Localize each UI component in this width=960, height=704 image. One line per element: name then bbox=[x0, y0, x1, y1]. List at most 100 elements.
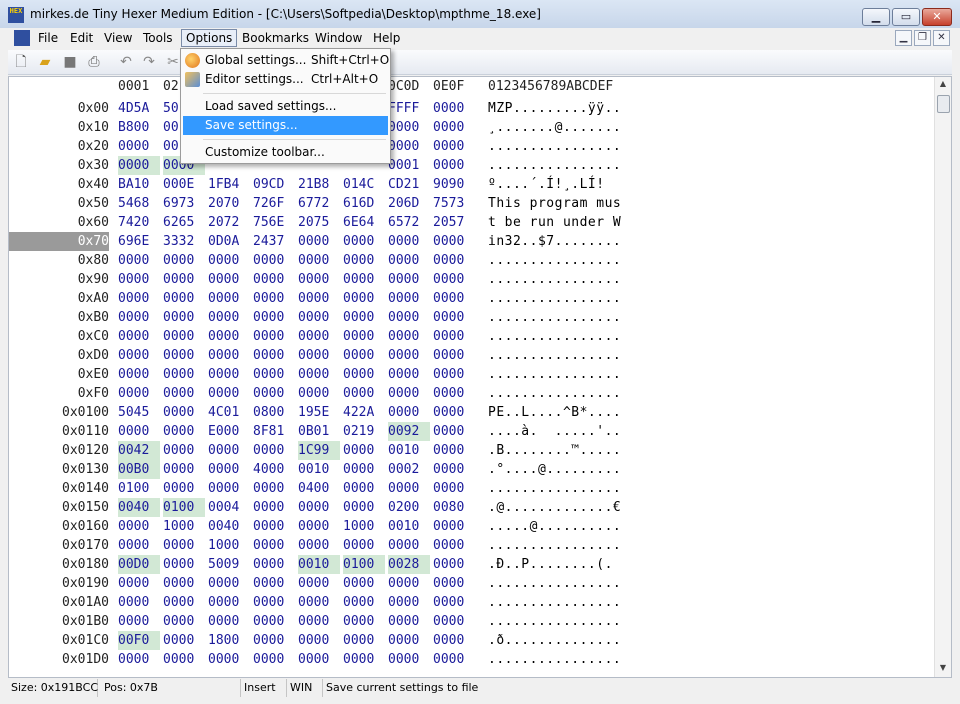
hex-cell[interactable]: 4D5A bbox=[118, 99, 160, 118]
hex-cell[interactable]: 0000 bbox=[163, 460, 205, 479]
hex-cell[interactable]: 0000 bbox=[388, 308, 430, 327]
ascii-cell[interactable]: .@.............€ bbox=[488, 498, 621, 517]
hex-cell[interactable]: 0000 bbox=[253, 289, 295, 308]
hex-cell[interactable]: 0000 bbox=[388, 118, 430, 137]
hex-cell[interactable]: 0000 bbox=[343, 479, 385, 498]
hex-cell[interactable]: 0000 bbox=[163, 536, 205, 555]
hex-cell[interactable]: 0000 bbox=[433, 403, 475, 422]
ascii-cell[interactable]: ................ bbox=[488, 308, 621, 327]
hex-cell[interactable]: 0000 bbox=[388, 365, 430, 384]
hex-cell[interactable]: 00D0 bbox=[118, 555, 160, 574]
hex-cell[interactable]: 756E bbox=[253, 213, 295, 232]
ascii-cell[interactable]: This program mus bbox=[488, 194, 621, 213]
hex-cell[interactable]: 0000 bbox=[163, 422, 205, 441]
hex-cell[interactable]: 0000 bbox=[253, 346, 295, 365]
hex-cell[interactable]: 2437 bbox=[253, 232, 295, 251]
hex-row[interactable]: 0x80 0000 0000 0000 0000 0000 0000 0000 0000....… bbox=[9, 251, 929, 270]
mdi-restore-button[interactable]: ❐ bbox=[914, 30, 931, 46]
hex-cell[interactable]: 0000 bbox=[433, 517, 475, 536]
hex-cell[interactable]: 0000 bbox=[433, 422, 475, 441]
ascii-cell[interactable]: ................ bbox=[488, 612, 621, 631]
hex-cell[interactable]: 0000 bbox=[433, 346, 475, 365]
hex-cell[interactable]: 0000 bbox=[118, 517, 160, 536]
hex-cell[interactable]: 0000 bbox=[208, 650, 250, 669]
hex-cell[interactable]: 0000 bbox=[433, 137, 475, 156]
ascii-cell[interactable]: º....´.Í!¸.LÍ! bbox=[488, 175, 605, 194]
ascii-cell[interactable]: ................ bbox=[488, 536, 621, 555]
hex-cell[interactable]: 696E bbox=[118, 232, 160, 251]
hex-cell[interactable]: 0000 bbox=[343, 574, 385, 593]
vertical-scrollbar[interactable]: ▲ ▼ bbox=[934, 77, 951, 677]
hex-cell[interactable]: 1000 bbox=[163, 517, 205, 536]
scroll-up-icon[interactable]: ▲ bbox=[935, 77, 951, 91]
hex-cell[interactable]: 0000 bbox=[253, 441, 295, 460]
hex-cell[interactable]: 0000 bbox=[118, 612, 160, 631]
hex-cell[interactable]: 7573 bbox=[433, 194, 475, 213]
ascii-cell[interactable]: ................ bbox=[488, 650, 621, 669]
hex-cell[interactable]: 0010 bbox=[388, 517, 430, 536]
document-icon[interactable] bbox=[14, 30, 30, 46]
hex-cell[interactable]: 0000 bbox=[208, 365, 250, 384]
hex-cell[interactable]: 0000 bbox=[163, 479, 205, 498]
hex-cell[interactable]: 0000 bbox=[433, 118, 475, 137]
ascii-cell[interactable]: ¸.......@....... bbox=[488, 118, 621, 137]
hex-cell[interactable]: 0000 bbox=[253, 479, 295, 498]
hex-cell[interactable]: 0000 bbox=[298, 327, 340, 346]
hex-cell[interactable]: 6572 bbox=[388, 213, 430, 232]
hex-cell[interactable]: 5045 bbox=[118, 403, 160, 422]
hex-cell[interactable]: 422A bbox=[343, 403, 385, 422]
hex-cell[interactable]: 0000 bbox=[118, 289, 160, 308]
hex-cell[interactable]: 0000 bbox=[163, 289, 205, 308]
menu-file[interactable]: File bbox=[34, 29, 62, 47]
hex-row[interactable]: 0xA0 0000 0000 0000 0000 0000 0000 0000 0000....… bbox=[9, 289, 929, 308]
hex-cell[interactable]: 0000 bbox=[163, 593, 205, 612]
hex-cell[interactable]: 0000 bbox=[253, 631, 295, 650]
hex-cell[interactable]: 0000 bbox=[253, 308, 295, 327]
hex-cell[interactable]: 0000 bbox=[433, 612, 475, 631]
hex-cell[interactable]: CD21 bbox=[388, 175, 430, 194]
hex-cell[interactable]: 0000 bbox=[163, 346, 205, 365]
hex-cell[interactable]: 0000 bbox=[388, 270, 430, 289]
ascii-cell[interactable]: ................ bbox=[488, 327, 621, 346]
hex-cell[interactable]: 0000 bbox=[433, 99, 475, 118]
hex-cell[interactable]: 0000 bbox=[433, 232, 475, 251]
hex-cell[interactable]: 000E bbox=[163, 175, 205, 194]
hex-row[interactable]: 0xB0 0000 0000 0000 0000 0000 0000 0000 0000....… bbox=[9, 308, 929, 327]
ascii-cell[interactable]: ................ bbox=[488, 270, 621, 289]
hex-cell[interactable]: 0100 bbox=[343, 555, 385, 574]
ascii-cell[interactable]: in32..$7........ bbox=[488, 232, 621, 251]
hex-cell[interactable]: 0000 bbox=[433, 631, 475, 650]
hex-cell[interactable]: 0000 bbox=[208, 612, 250, 631]
hex-cell[interactable]: 0040 bbox=[118, 498, 160, 517]
hex-cell[interactable]: 0000 bbox=[298, 612, 340, 631]
hex-cell[interactable]: 0000 bbox=[253, 555, 295, 574]
hex-row[interactable]: 0x50 5468 6973 2070 726F 6772 616D 206D 7573 This… bbox=[9, 194, 929, 213]
hex-cell[interactable]: 0000 bbox=[388, 479, 430, 498]
hex-cell[interactable]: 616D bbox=[343, 194, 385, 213]
hex-cell[interactable]: 0000 bbox=[343, 384, 385, 403]
hex-cell[interactable]: 0000 bbox=[163, 270, 205, 289]
hex-cell[interactable]: 0000 bbox=[388, 650, 430, 669]
menu-help[interactable]: Help bbox=[369, 29, 404, 47]
close-button[interactable]: ✕ bbox=[922, 8, 952, 26]
hex-cell[interactable]: 0000 bbox=[118, 593, 160, 612]
hex-cell[interactable]: 0000 bbox=[388, 384, 430, 403]
hex-cell[interactable]: 0000 bbox=[433, 536, 475, 555]
hex-row[interactable]: 0x01C0 00F0 0000 1800 0000 0000 0000 0000 0000 .ð… bbox=[9, 631, 929, 650]
hex-cell[interactable]: 0000 bbox=[343, 441, 385, 460]
hex-cell[interactable]: 0002 bbox=[388, 460, 430, 479]
hex-row[interactable]: 0x0110 0000 0000 E000 8F81 0B01 0219 0092 0000..… bbox=[9, 422, 929, 441]
hex-row[interactable]: 0x0120 0042 0000 0000 0000 1C99 0000 0010 0000 .B… bbox=[9, 441, 929, 460]
hex-cell[interactable]: 0000 bbox=[433, 460, 475, 479]
hex-cell[interactable]: 0000 bbox=[433, 479, 475, 498]
hex-cell[interactable]: 0000 bbox=[118, 422, 160, 441]
hex-cell[interactable]: 0000 bbox=[208, 384, 250, 403]
hex-cell[interactable]: 21B8 bbox=[298, 175, 340, 194]
open-folder-icon[interactable]: ▰ bbox=[36, 53, 54, 71]
scroll-down-icon[interactable]: ▼ bbox=[935, 661, 951, 675]
hex-cell[interactable]: 2075 bbox=[298, 213, 340, 232]
hex-cell[interactable]: 726F bbox=[253, 194, 295, 213]
hex-cell[interactable]: 0400 bbox=[298, 479, 340, 498]
hex-cell[interactable]: 0000 bbox=[208, 479, 250, 498]
hex-row[interactable]: 0x90 0000 0000 0000 0000 0000 0000 0000 0000....… bbox=[9, 270, 929, 289]
